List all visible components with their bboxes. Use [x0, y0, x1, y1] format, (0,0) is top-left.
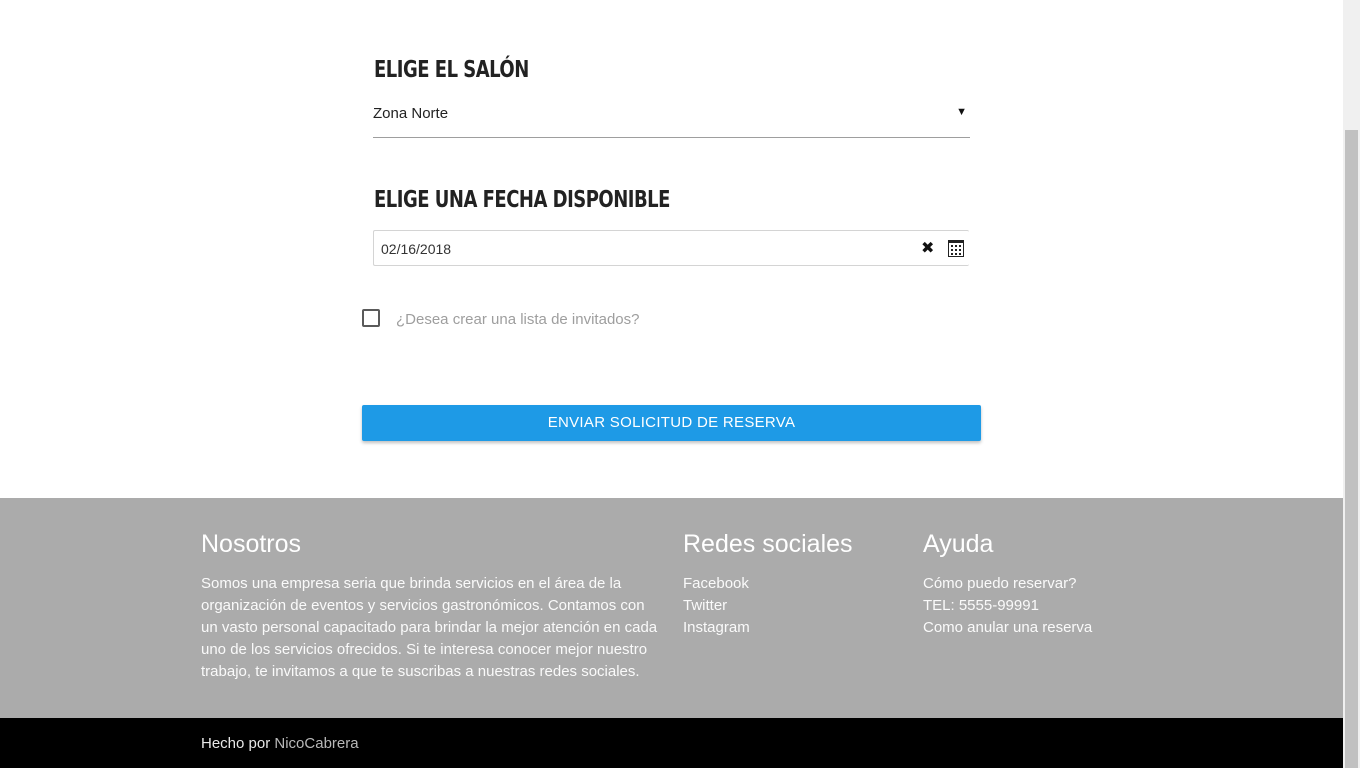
reservation-page: ELIGE EL SALÓN Zona Norte ▼ ELIGE UNA FE… [0, 0, 1343, 768]
bottom-bar: Hecho por NicoCabrera [0, 718, 1343, 768]
salon-heading: ELIGE EL SALÓN [374, 55, 529, 83]
guest-list-checkbox[interactable] [362, 309, 380, 327]
twitter-link[interactable]: Twitter [683, 595, 750, 617]
footer: Nosotros Somos una empresa seria que bri… [0, 498, 1343, 718]
salon-select[interactable]: Zona Norte ▼ [373, 97, 970, 138]
vertical-scrollbar[interactable] [1343, 0, 1360, 768]
submit-reservation-button[interactable]: ENVIAR SOLICITUD DE RESERVA [362, 405, 981, 441]
date-input-value: 02/16/2018 [381, 241, 452, 257]
about-text: Somos una empresa seria que brinda servi… [201, 575, 658, 680]
salon-select-value: Zona Norte [373, 105, 449, 122]
how-to-book-link[interactable]: Cómo puedo reservar? [923, 573, 1092, 595]
help-links: Cómo puedo reservar? TEL: 5555-99991 Com… [923, 573, 1092, 639]
calendar-icon[interactable] [948, 240, 964, 257]
instagram-link[interactable]: Instagram [683, 617, 750, 639]
social-title: Redes sociales [683, 530, 853, 558]
social-links: Facebook Twitter Instagram [683, 573, 750, 639]
phone-link[interactable]: TEL: 5555-99991 [923, 595, 1092, 617]
guest-list-label[interactable]: ¿Desea crear una lista de invitados? [396, 311, 639, 328]
scrollbar-thumb[interactable] [1345, 130, 1358, 768]
author-link[interactable]: NicoCabrera [274, 735, 358, 752]
credits: Hecho por NicoCabrera [201, 735, 359, 752]
help-title: Ayuda [923, 530, 994, 558]
date-input[interactable]: 02/16/2018 ✖ [373, 230, 969, 266]
facebook-link[interactable]: Facebook [683, 573, 750, 595]
made-by-text: Hecho por [201, 735, 271, 752]
cancel-booking-link[interactable]: Como anular una reserva [923, 617, 1092, 639]
date-heading: ELIGE UNA FECHA DISPONIBLE [374, 185, 670, 213]
close-icon[interactable]: ✖ [921, 238, 934, 258]
caret-down-icon: ▼ [956, 106, 967, 118]
about-title: Nosotros [201, 530, 302, 558]
